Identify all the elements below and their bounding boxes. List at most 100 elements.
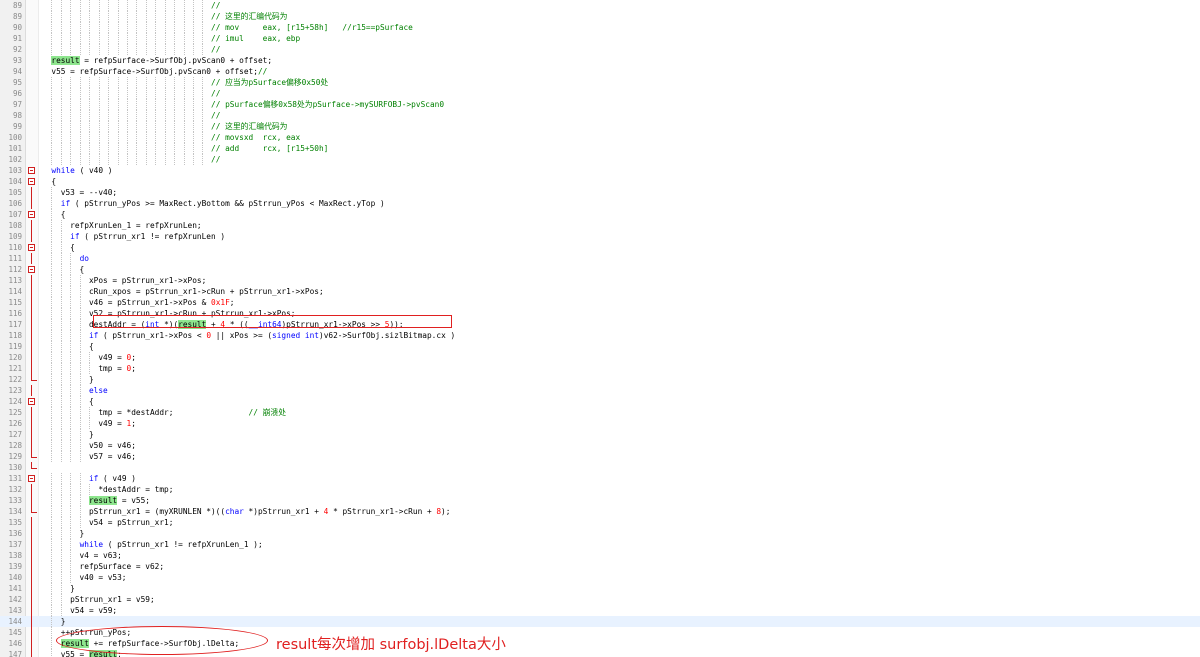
- fold-toggle-icon[interactable]: [28, 266, 35, 273]
- code-line[interactable]: 104 {: [0, 176, 1200, 187]
- fold-line-icon: [31, 429, 32, 440]
- code-line[interactable]: 138 v4 = v63;: [0, 550, 1200, 561]
- code-line[interactable]: 119 {: [0, 341, 1200, 352]
- code-line[interactable]: 142 pStrrun_xr1 = v59;: [0, 594, 1200, 605]
- line-number: 125: [8, 408, 22, 417]
- line-number: 90: [12, 23, 22, 32]
- code-line[interactable]: 94 v55 = refpSurface->SurfObj.pvScan0 + …: [0, 66, 1200, 77]
- code-text: }: [42, 617, 66, 626]
- fold-line-icon: [31, 605, 32, 616]
- line-number: 117: [8, 320, 22, 329]
- code-line[interactable]: 136 }: [0, 528, 1200, 539]
- line-number: 123: [8, 386, 22, 395]
- code-line[interactable]: 98 //: [0, 110, 1200, 121]
- code-line[interactable]: 95 // 应当为pSurface偏移0x50处: [0, 77, 1200, 88]
- code-line[interactable]: 111 do: [0, 253, 1200, 264]
- code-line[interactable]: 110 {: [0, 242, 1200, 253]
- fold-toggle-icon[interactable]: [28, 398, 35, 405]
- code-line[interactable]: 106 if ( pStrrun_yPos >= MaxRect.yBottom…: [0, 198, 1200, 209]
- line-number: 131: [8, 474, 22, 483]
- line-number: 129: [8, 452, 22, 461]
- code-line[interactable]: 127 }: [0, 429, 1200, 440]
- code-line[interactable]: 122 }: [0, 374, 1200, 385]
- line-number: 147: [8, 650, 22, 657]
- code-line[interactable]: 108 refpXrunLen_1 = refpXrunLen;: [0, 220, 1200, 231]
- code-line[interactable]: 113 xPos = pStrrun_xr1->xPos;: [0, 275, 1200, 286]
- code-text: v54 = pStrrun_xr1;: [42, 518, 174, 527]
- code-editor[interactable]: 89 //89 // 这里的汇编代码为 90 // mov eax, [r15+5…: [0, 0, 1200, 657]
- fold-toggle-icon[interactable]: [28, 244, 35, 251]
- code-line[interactable]: 120 v49 = 0;: [0, 352, 1200, 363]
- code-text: if ( pStrrun_xr1 != refpXrunLen ): [70, 232, 226, 241]
- code-text: else: [88, 386, 108, 395]
- code-line[interactable]: 121 tmp = 0;: [0, 363, 1200, 374]
- code-text: *destAddr = tmp;: [42, 485, 174, 494]
- code-line[interactable]: 103 while ( v40 ): [0, 165, 1200, 176]
- code-line[interactable]: 130: [0, 462, 1200, 473]
- code-line[interactable]: 92 //: [0, 44, 1200, 55]
- code-line[interactable]: 131 if ( v49 ): [0, 473, 1200, 484]
- fold-line-icon: [31, 330, 32, 341]
- line-number: 124: [8, 397, 22, 406]
- code-line[interactable]: 93 result = refpSurface->SurfObj.pvScan0…: [0, 55, 1200, 66]
- code-text: xPos = pStrrun_xr1->xPos;: [42, 276, 207, 285]
- code-line[interactable]: 97 // pSurface偏移0x58处为pSurface->mySURFOB…: [0, 99, 1200, 110]
- code-text: if ( v49 ): [88, 474, 136, 483]
- code-line[interactable]: 107 {: [0, 209, 1200, 220]
- code-line[interactable]: 91 // imul eax, ebp: [0, 33, 1200, 44]
- fold-toggle-icon[interactable]: [28, 167, 35, 174]
- code-line[interactable]: 128 v50 = v46;: [0, 440, 1200, 451]
- line-number: 137: [8, 540, 22, 549]
- code-text: result = refpSurface->SurfObj.pvScan0 + …: [51, 56, 273, 65]
- line-number: 99: [12, 122, 22, 131]
- line-number: 133: [8, 496, 22, 505]
- code-line[interactable]: 125 tmp = *destAddr; // 崩溃处: [0, 407, 1200, 418]
- fold-line-icon: [31, 363, 32, 374]
- code-text: // 这里的汇编代码为: [211, 122, 288, 131]
- code-line[interactable]: 100 // movsxd rcx, eax: [0, 132, 1200, 143]
- line-number: 111: [8, 254, 22, 263]
- line-number: 128: [8, 441, 22, 450]
- code-line[interactable]: 133 result = v55;: [0, 495, 1200, 506]
- fold-line-icon: [31, 319, 32, 330]
- code-line[interactable]: 129 v57 = v46;: [0, 451, 1200, 462]
- code-line[interactable]: 90 // mov eax, [r15+58h] //r15==pSurface: [0, 22, 1200, 33]
- code-line[interactable]: 101 // add rcx, [r15+50h]: [0, 143, 1200, 154]
- fold-toggle-icon[interactable]: [28, 211, 35, 218]
- code-line[interactable]: 123 else: [0, 385, 1200, 396]
- code-line[interactable]: 134 pStrrun_xr1 = (myXRUNLEN *)((char *)…: [0, 506, 1200, 517]
- code-text: v4 = v63;: [42, 551, 122, 560]
- code-line[interactable]: 89 // 这里的汇编代码为: [0, 11, 1200, 22]
- code-line[interactable]: 135 v54 = pStrrun_xr1;: [0, 517, 1200, 528]
- line-number: 139: [8, 562, 22, 571]
- code-line[interactable]: 132 *destAddr = tmp;: [0, 484, 1200, 495]
- line-number: 113: [8, 276, 22, 285]
- code-line[interactable]: 126 v49 = 1;: [0, 418, 1200, 429]
- fold-line-icon: [31, 638, 32, 649]
- code-line[interactable]: 105 v53 = --v40;: [0, 187, 1200, 198]
- fold-line-icon: [31, 528, 32, 539]
- fold-toggle-icon[interactable]: [28, 178, 35, 185]
- code-line[interactable]: 112 {: [0, 264, 1200, 275]
- line-number: 122: [8, 375, 22, 384]
- fold-toggle-icon[interactable]: [28, 475, 35, 482]
- code-text: //: [211, 111, 221, 120]
- line-number: 100: [8, 133, 22, 142]
- fold-end-icon: [31, 462, 37, 469]
- code-line[interactable]: 109 if ( pStrrun_xr1 != refpXrunLen ): [0, 231, 1200, 242]
- code-line[interactable]: 114 cRun_xpos = pStrrun_xr1->cRun + pStr…: [0, 286, 1200, 297]
- fold-line-icon: [31, 495, 32, 506]
- code-line[interactable]: 140 v40 = v53;: [0, 572, 1200, 583]
- code-line[interactable]: 96 //: [0, 88, 1200, 99]
- line-number: 116: [8, 309, 22, 318]
- code-line[interactable]: 124 {: [0, 396, 1200, 407]
- code-line[interactable]: 118 if ( pStrrun_xr1->xPos < 0 || xPos >…: [0, 330, 1200, 341]
- code-line[interactable]: 137 while ( pStrrun_xr1 != refpXrunLen_1…: [0, 539, 1200, 550]
- code-line[interactable]: 99 // 这里的汇编代码为: [0, 121, 1200, 132]
- code-line[interactable]: 89 //: [0, 0, 1200, 11]
- code-line[interactable]: 115 v46 = pStrrun_xr1->xPos & 0x1F;: [0, 297, 1200, 308]
- code-line[interactable]: 141 }: [0, 583, 1200, 594]
- code-line[interactable]: 143 v54 = v59;: [0, 605, 1200, 616]
- code-line[interactable]: 139 refpSurface = v62;: [0, 561, 1200, 572]
- code-line[interactable]: 102 //: [0, 154, 1200, 165]
